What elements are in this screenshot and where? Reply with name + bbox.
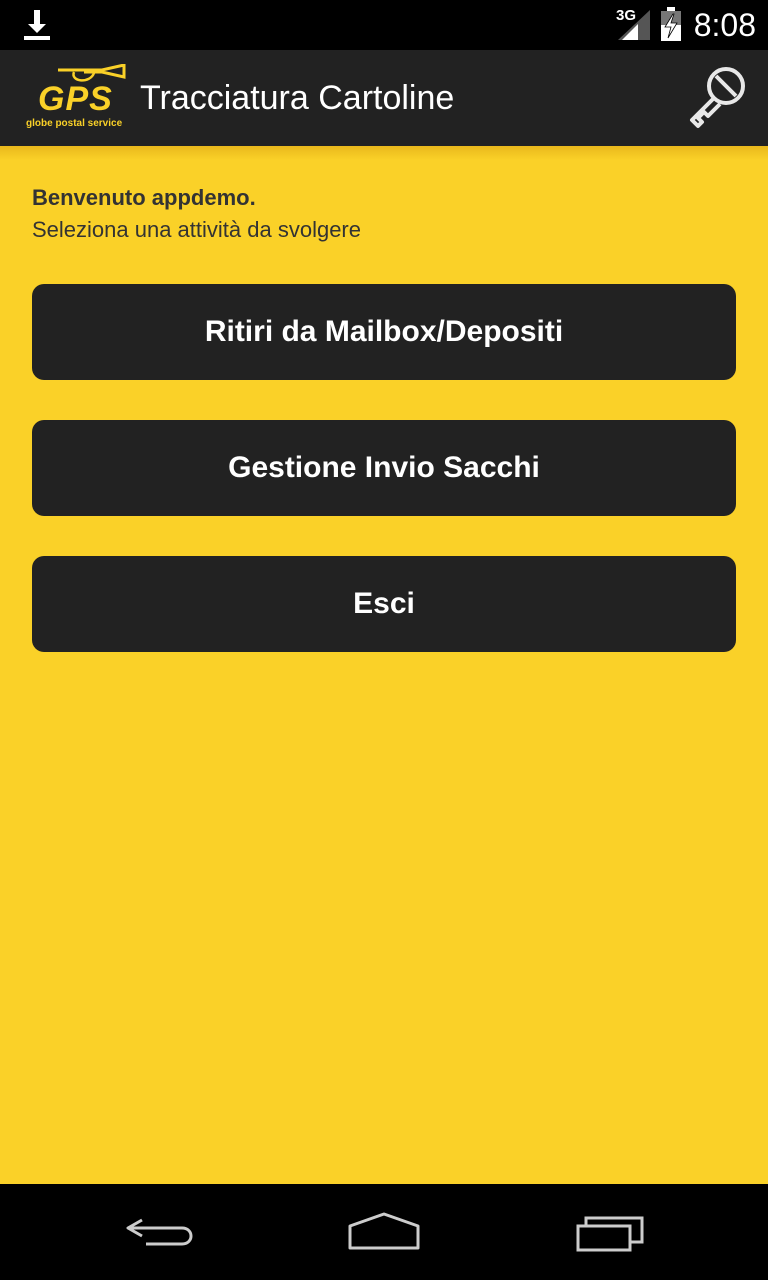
recent-apps-icon[interactable] <box>570 1206 650 1258</box>
logo-text: GPS <box>38 80 113 118</box>
welcome-instruction: Seleziona una attività da svolgere <box>32 217 361 242</box>
exit-button[interactable]: Esci <box>32 556 736 652</box>
logo-subtitle: globe postal service <box>26 118 123 129</box>
app-logo: GPS globe postal service <box>24 64 134 132</box>
back-icon[interactable] <box>120 1206 200 1258</box>
download-icon <box>24 10 50 40</box>
welcome-section: Benvenuto appdemo. Seleziona una attivit… <box>32 182 361 246</box>
welcome-greeting: Benvenuto appdemo. <box>32 185 256 210</box>
signal-icon <box>618 10 650 40</box>
key-icon[interactable] <box>680 62 752 134</box>
bag-shipping-button[interactable]: Gestione Invio Sacchi <box>32 420 736 516</box>
app-title: Tracciatura Cartoline <box>140 79 455 117</box>
navigation-bar <box>0 1184 768 1280</box>
action-bar: GPS globe postal service Tracciatura Car… <box>0 50 768 146</box>
action-bar-shadow <box>0 146 768 160</box>
pickup-mailbox-button[interactable]: Ritiri da Mailbox/Depositi <box>32 284 736 380</box>
home-icon[interactable] <box>344 1206 424 1258</box>
status-bar: 3G 8:08 <box>0 0 768 50</box>
battery-charging-icon <box>661 7 681 41</box>
clock: 8:08 <box>693 7 756 43</box>
